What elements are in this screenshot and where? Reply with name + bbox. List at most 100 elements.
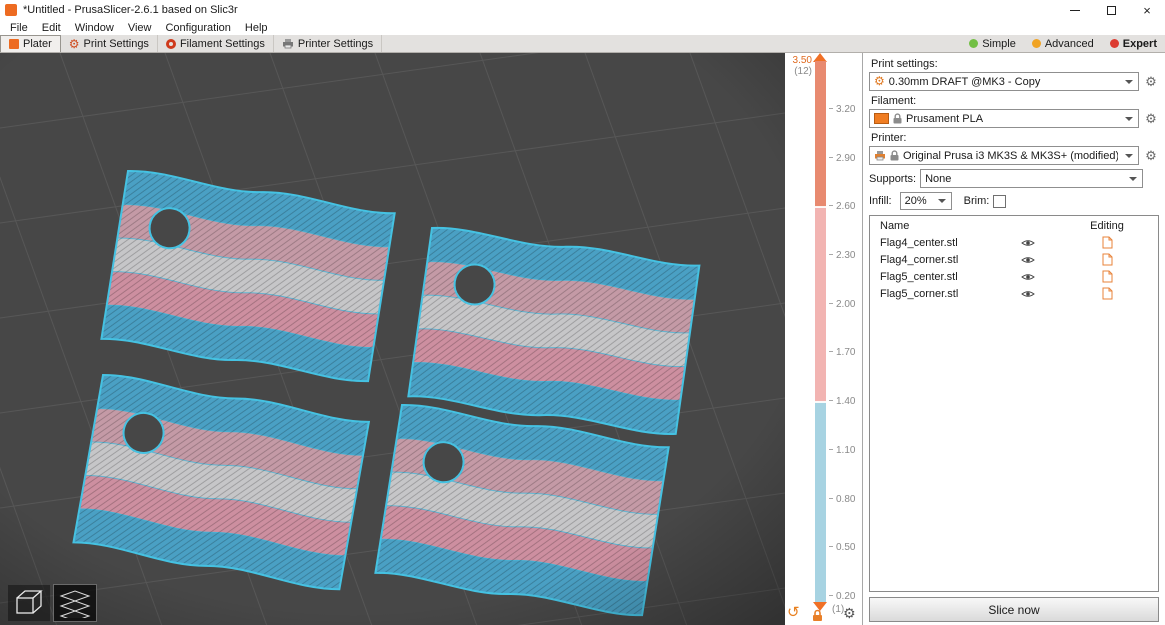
supports-select[interactable]: None (920, 169, 1143, 188)
visibility-eye-icon[interactable] (1021, 272, 1035, 282)
lock-icon (890, 150, 899, 161)
object-list-row[interactable]: Flag5_center.stl (870, 268, 1158, 285)
layer-tick: 2.30 (829, 250, 855, 261)
visibility-eye-icon[interactable] (1021, 255, 1035, 265)
menu-configuration[interactable]: Configuration (158, 22, 237, 34)
chevron-down-icon (1129, 177, 1137, 181)
print-settings-select[interactable]: ⚙ 0.30mm DRAFT @MK3 - Copy (869, 72, 1139, 91)
layer-slider-area: 3.50 (12) 3.20 2.90 2.60 2.30 2.00 1.70 … (785, 53, 862, 625)
editing-column-header: Editing (1090, 220, 1124, 232)
slice-now-button[interactable]: Slice now (869, 597, 1159, 622)
visibility-eye-icon[interactable] (1021, 238, 1035, 248)
mode-advanced-label: Advanced (1045, 38, 1094, 50)
layer-tick: 1.10 (829, 445, 855, 456)
3d-viewport[interactable] (0, 53, 785, 625)
window-title: *Untitled - PrusaSlicer-2.6.1 based on S… (23, 4, 238, 16)
layer-slider[interactable] (815, 61, 826, 603)
print-settings-gear-button[interactable]: ⚙ (1143, 74, 1159, 89)
main-content: 3.50 (12) 3.20 2.90 2.60 2.30 2.00 1.70 … (0, 53, 1165, 625)
tab-filament-settings[interactable]: Filament Settings (158, 35, 274, 52)
object-list-row[interactable]: Flag5_corner.stl (870, 285, 1158, 302)
mode-expert[interactable]: Expert (1102, 38, 1165, 50)
3d-editor-view-button[interactable] (8, 585, 50, 621)
editing-icon[interactable] (1102, 253, 1113, 266)
print-settings-label: Print settings: (871, 58, 1159, 70)
object-list-header: Name Editing (870, 217, 1158, 234)
printer-label: Printer: (871, 132, 1159, 144)
slider-settings-gear-icon[interactable]: ⚙ (843, 606, 856, 621)
chevron-down-icon (1125, 117, 1133, 121)
layer-tick: 2.00 (829, 299, 855, 310)
3d-scene[interactable] (0, 53, 785, 625)
layer-tick: 3.20 (829, 104, 855, 115)
infill-label: Infill: (869, 195, 892, 207)
print-settings-value: 0.30mm DRAFT @MK3 - Copy (889, 76, 1118, 88)
name-column-header: Name (870, 220, 1000, 232)
filament-spool-icon (166, 39, 176, 49)
mode-simple-label: Simple (982, 38, 1016, 50)
editing-icon[interactable] (1102, 270, 1113, 283)
object-list-row[interactable]: Flag4_corner.stl (870, 251, 1158, 268)
object-name: Flag4_center.stl (870, 237, 1000, 249)
cube-icon (12, 588, 46, 618)
printer-icon (282, 38, 294, 49)
advanced-mode-dot-icon (1032, 39, 1041, 48)
simple-mode-dot-icon (969, 39, 978, 48)
printer-value: Original Prusa i3 MK3S & MK3S+ (modified… (903, 150, 1118, 162)
object-list-row[interactable]: Flag4_center.stl (870, 234, 1158, 251)
close-button[interactable]: × (1129, 0, 1165, 20)
layers-icon (57, 588, 93, 618)
lock-icon (893, 113, 902, 124)
filament-select[interactable]: Prusament PLA (869, 109, 1139, 128)
mode-simple[interactable]: Simple (961, 38, 1024, 50)
object-name: Flag5_corner.stl (870, 288, 1000, 300)
lock-icon[interactable] (812, 609, 823, 625)
infill-select[interactable]: 20% (900, 192, 952, 210)
printer-select[interactable]: Original Prusa i3 MK3S & MK3S+ (modified… (869, 146, 1139, 165)
menu-view[interactable]: View (121, 22, 159, 34)
maximize-icon (1107, 6, 1116, 15)
tab-print-settings-label: Print Settings (84, 38, 149, 50)
model-flag-3[interactable] (67, 364, 381, 601)
menu-window[interactable]: Window (68, 22, 121, 34)
supports-label: Supports: (869, 173, 916, 185)
layer-slider-top-value: 3.50 (785, 55, 812, 66)
menu-help[interactable]: Help (238, 22, 275, 34)
brim-checkbox[interactable] (993, 195, 1006, 208)
layer-tick: 2.60 (829, 201, 855, 212)
editing-icon[interactable] (1102, 236, 1113, 249)
menu-edit[interactable]: Edit (35, 22, 68, 34)
minimize-button[interactable] (1057, 0, 1093, 20)
tab-printer-settings[interactable]: Printer Settings (274, 35, 382, 52)
filament-color-swatch (874, 113, 889, 124)
layer-color-segment-middle (815, 207, 826, 402)
filament-label: Filament: (871, 95, 1159, 107)
chevron-down-icon (1125, 154, 1133, 158)
color-change-notch (815, 206, 826, 208)
filament-gear-button[interactable]: ⚙ (1143, 111, 1159, 126)
editing-icon[interactable] (1102, 287, 1113, 300)
preview-view-button[interactable] (54, 585, 96, 621)
supports-value: None (925, 173, 1122, 185)
expert-mode-dot-icon (1110, 39, 1119, 48)
tab-print-settings[interactable]: ⚙ Print Settings (61, 35, 158, 52)
title-bar: *Untitled - PrusaSlicer-2.6.1 based on S… (0, 0, 1165, 20)
layer-tick: 0.50 (829, 542, 855, 553)
layer-slider-top-layer: (12) (785, 66, 812, 77)
tab-printer-settings-label: Printer Settings (298, 38, 373, 50)
chevron-down-icon (938, 199, 946, 203)
printer-gear-button[interactable]: ⚙ (1143, 148, 1159, 163)
visibility-eye-icon[interactable] (1021, 289, 1035, 299)
maximize-button[interactable] (1093, 0, 1129, 20)
mode-advanced[interactable]: Advanced (1024, 38, 1102, 50)
tab-plater[interactable]: Plater (0, 35, 61, 52)
layer-tick: 2.90 (829, 153, 855, 164)
model-flag-1[interactable] (95, 160, 406, 392)
menu-file[interactable]: File (3, 22, 35, 34)
print-settings-gear-icon: ⚙ (69, 39, 80, 49)
printer-icon (874, 150, 886, 161)
tab-filament-settings-label: Filament Settings (180, 38, 265, 50)
undo-icon[interactable]: ↺ (787, 605, 800, 620)
layer-color-segment-top (815, 61, 826, 207)
tab-plater-label: Plater (23, 38, 52, 50)
